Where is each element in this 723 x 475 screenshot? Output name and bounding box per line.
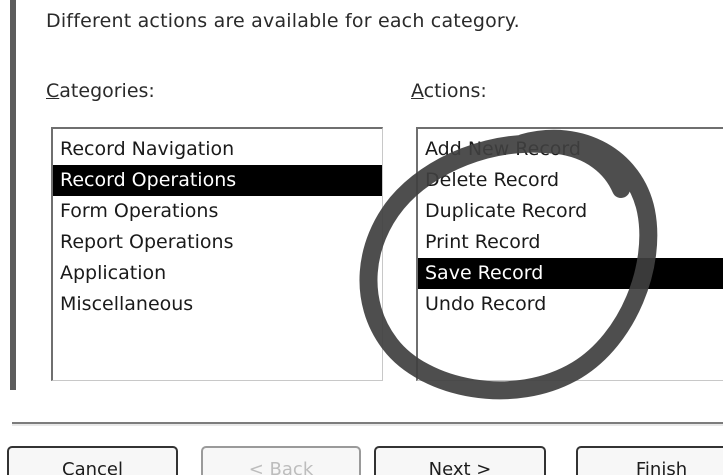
categories-label-accelerator: C bbox=[46, 80, 60, 102]
action-item-print-record[interactable]: Print Record bbox=[418, 227, 723, 258]
category-item-miscellaneous[interactable]: Miscellaneous bbox=[53, 289, 382, 320]
actions-label-text: ctions: bbox=[423, 80, 487, 102]
actions-label-accelerator: A bbox=[411, 80, 424, 102]
category-item-report-operations[interactable]: Report Operations bbox=[53, 227, 382, 258]
cancel-button[interactable]: Cancel bbox=[7, 446, 178, 475]
back-button[interactable]: < Back bbox=[201, 446, 361, 475]
finish-button[interactable]: Finish bbox=[576, 446, 723, 475]
action-item-undo-record[interactable]: Undo Record bbox=[418, 289, 723, 320]
action-item-delete-record[interactable]: Delete Record bbox=[418, 165, 723, 196]
action-item-add-new-record[interactable]: Add New Record bbox=[418, 134, 723, 165]
category-item-application[interactable]: Application bbox=[53, 258, 382, 289]
categories-listbox[interactable]: Record Navigation Record Operations Form… bbox=[51, 127, 383, 381]
wizard-description: Different actions are available for each… bbox=[46, 10, 520, 32]
category-item-form-operations[interactable]: Form Operations bbox=[53, 196, 382, 227]
button-area-separator bbox=[12, 422, 723, 426]
category-item-record-operations[interactable]: Record Operations bbox=[53, 165, 382, 196]
categories-label-text: ategories: bbox=[59, 80, 155, 102]
action-item-duplicate-record[interactable]: Duplicate Record bbox=[418, 196, 723, 227]
categories-label: Categories: bbox=[46, 80, 155, 102]
next-button[interactable]: Next > bbox=[374, 446, 546, 475]
actions-label: Actions: bbox=[411, 80, 487, 102]
actions-listbox[interactable]: Add New Record Delete Record Duplicate R… bbox=[416, 127, 723, 381]
action-item-save-record[interactable]: Save Record bbox=[418, 258, 723, 289]
category-item-record-navigation[interactable]: Record Navigation bbox=[53, 134, 382, 165]
